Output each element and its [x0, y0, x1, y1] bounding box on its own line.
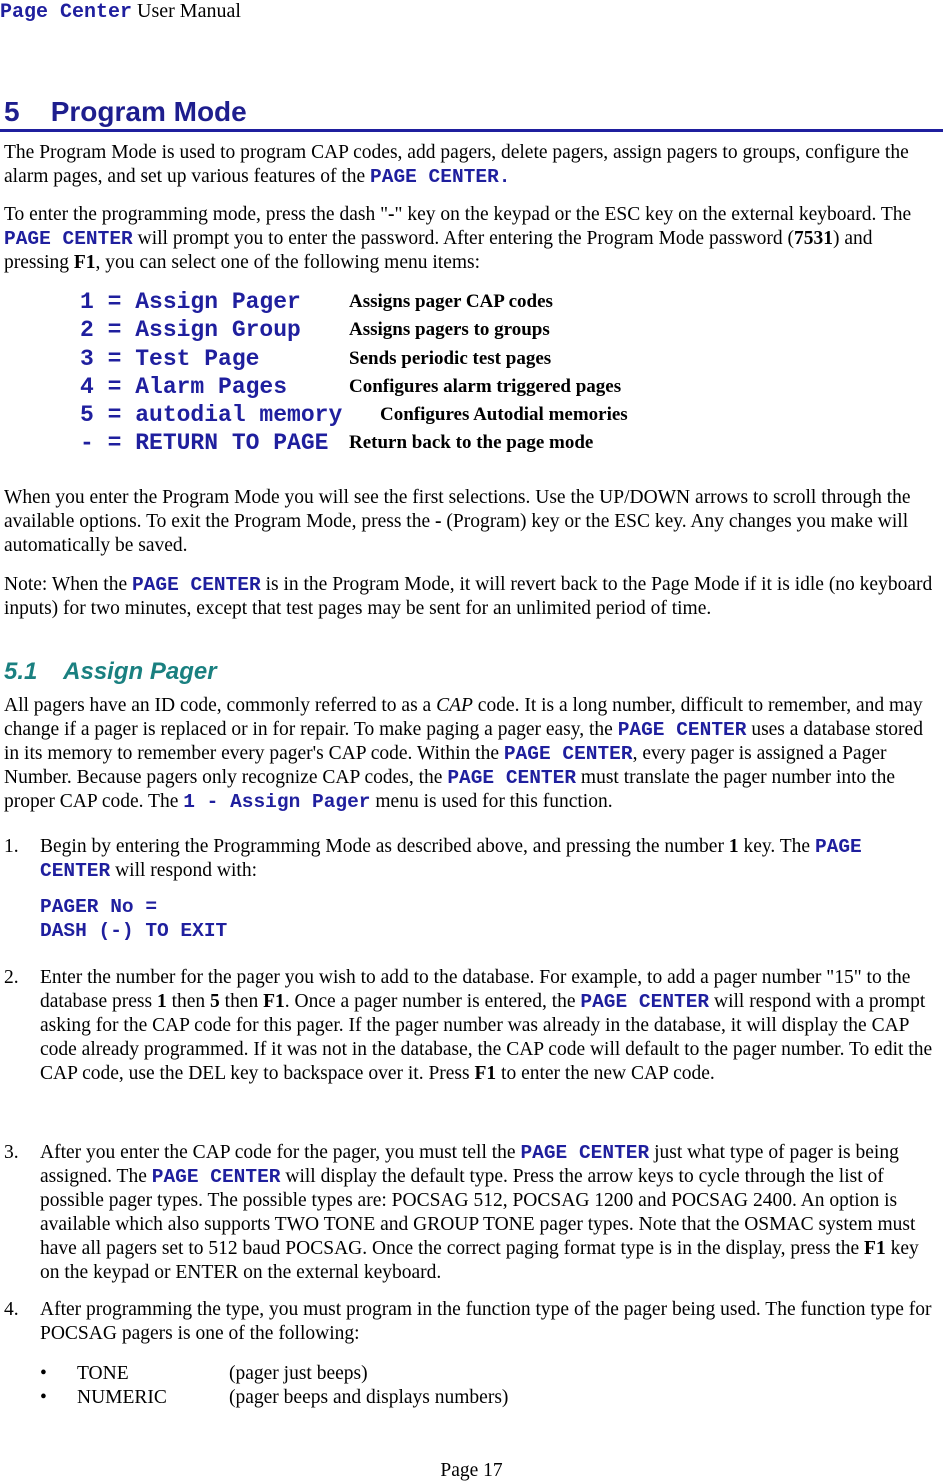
text: to enter the new CAP code.: [496, 1063, 715, 1084]
exit-paragraph: When you enter the Program Mode you will…: [4, 486, 940, 558]
keyword: PAGE CENTER: [617, 719, 747, 741]
bullet-icon: •: [40, 1387, 47, 1408]
menu-key: - = RETURN TO PAGE: [80, 430, 329, 457]
menu-key: 2 = Assign Group: [80, 317, 301, 344]
menu-key: 1 = Assign Pager: [80, 289, 301, 315]
text: All pagers have an ID code, commonly ref…: [4, 695, 437, 716]
step-body: After programming the type, you must pro…: [40, 1298, 940, 1346]
display-prompt: PAGER No = DASH (-) TO EXIT: [40, 896, 227, 943]
menu-item: 2 = Assign Group Assigns pagers to groups: [80, 316, 550, 344]
page-number: Page 17: [440, 1460, 503, 1481]
key: F1: [474, 1063, 497, 1084]
step-body: Begin by entering the Programming Mode a…: [40, 835, 940, 883]
step-number: 3.: [4, 1142, 19, 1163]
menu-description: Sends periodic test pages: [349, 347, 552, 369]
text: will respond with:: [110, 860, 258, 881]
bullet-icon: •: [40, 1363, 47, 1384]
menu-key: 5 = autodial memory: [80, 402, 343, 429]
text: . Once a pager number is entered, the: [284, 991, 581, 1012]
keyword: PAGE CENTER: [447, 767, 577, 789]
text: , you can select one of the following me…: [95, 252, 481, 273]
key: 1: [728, 836, 739, 857]
note-paragraph: Note: When the PAGE CENTER is in the Pro…: [4, 573, 940, 621]
menu-description: Return back to the page mode: [349, 432, 594, 454]
menu-key: 3 = Test Page: [80, 345, 260, 372]
function-type-description: (pager just beeps): [229, 1363, 368, 1384]
key: F1: [864, 1238, 886, 1259]
running-header: Page Center User Manual: [0, 0, 241, 24]
f1-key: F1: [73, 252, 96, 273]
header-suffix: User Manual: [132, 0, 241, 22]
menu-description: Configures alarm triggered pages: [349, 375, 622, 397]
menu-item: - = RETURN TO PAGE Return back to the pag…: [80, 429, 593, 457]
text: After programming the type, you must pro…: [40, 1299, 932, 1344]
keyword: PAGE CENTER: [580, 991, 710, 1013]
keyword: PAGE CENTER: [520, 1142, 650, 1164]
text: " key on the keypad or the ESC key on th…: [394, 204, 912, 225]
assign-paragraph: All pagers have an ID code, commonly ref…: [4, 694, 940, 814]
step-number: 1.: [4, 836, 19, 857]
function-type-name: NUMERIC: [77, 1387, 167, 1408]
section-heading: 5 Program Mode: [4, 95, 247, 129]
keyword: PAGE CENTER: [4, 228, 133, 250]
menu-key: 4 = Alarm Pages: [80, 373, 288, 400]
text: Begin by entering the Programming Mode a…: [40, 836, 729, 857]
intro-paragraph-1: The Program Mode is used to program CAP …: [4, 141, 940, 189]
display-line-1: PAGER No =: [40, 896, 158, 918]
text: will prompt you to enter the password. A…: [132, 228, 794, 249]
text: key. The: [738, 836, 815, 857]
product-name: Page Center: [0, 1, 133, 24]
text: then: [166, 991, 211, 1012]
key: 1: [156, 991, 167, 1012]
keyword: PAGE CENTER: [151, 1166, 281, 1188]
subsection-number: 5.1: [4, 658, 38, 685]
menu-description: Assigns pager CAP codes: [349, 291, 553, 312]
text: To enter the programming mode, press the…: [4, 204, 389, 225]
menu-description: Configures Autodial memories: [380, 404, 628, 426]
menu-item: 4 = Alarm Pages Configures alarm triggere…: [80, 373, 621, 401]
text: Note: When the: [4, 574, 132, 595]
program-menu: 1 = Assign Pager Assigns pager CAP codes …: [80, 288, 628, 458]
intro-paragraph-2: To enter the programming mode, press the…: [4, 203, 940, 275]
text: After you enter the CAP code for the pag…: [40, 1142, 521, 1163]
step-number: 2.: [4, 967, 19, 988]
keyword: PAGE CENTER: [503, 743, 633, 765]
display-line-2: DASH (-) TO EXIT: [40, 919, 228, 942]
password: 7531: [793, 228, 833, 249]
subsection-title: Assign Pager: [63, 658, 217, 685]
text: then: [219, 991, 264, 1012]
step-body: Enter the number for the pager you wish …: [40, 966, 940, 1086]
keyword: 1 - Assign Pager: [183, 791, 371, 813]
function-type-description: (pager beeps and displays numbers): [229, 1387, 509, 1408]
menu-item: 1 = Assign Pager Assigns pager CAP codes: [80, 288, 553, 316]
section-title: Program Mode: [50, 96, 247, 127]
cap-term: CAP: [436, 695, 473, 716]
menu-item: 5 = autodial memory Configures Autodial m…: [80, 401, 628, 429]
key: F1: [263, 991, 285, 1012]
step-number: 4.: [4, 1299, 19, 1320]
menu-item: 3 = Test Page Sends periodic test pages: [80, 345, 551, 373]
key: 5: [210, 991, 220, 1012]
heading-rule: [0, 129, 943, 132]
section-number: 5: [4, 96, 20, 127]
keyword: PAGE CENTER: [131, 574, 261, 596]
subsection-heading: 5.1 Assign Pager: [4, 657, 217, 687]
step-body: After you enter the CAP code for the pag…: [40, 1141, 940, 1285]
menu-description: Assigns pagers to groups: [349, 319, 550, 341]
function-type-name: TONE: [77, 1363, 129, 1384]
keyword: PAGE CENTER.: [370, 166, 511, 188]
text: menu is used for this function.: [370, 791, 613, 812]
